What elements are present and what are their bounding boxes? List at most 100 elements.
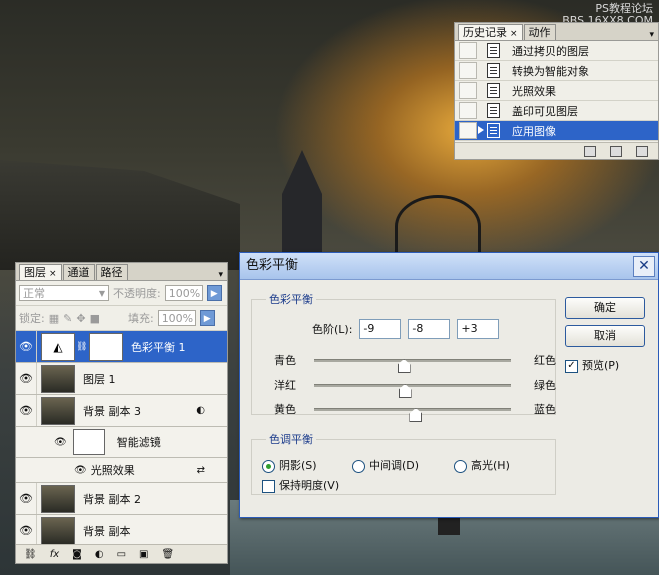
blend-mode-select[interactable]: 正常 ▼ [19,285,109,301]
tab-paths[interactable]: 路径 [95,264,128,280]
fill-value: 100% [161,311,194,325]
history-source-checkbox[interactable] [459,82,477,99]
panel-menu-icon[interactable]: ▾ [649,30,654,40]
cancel-button[interactable]: 取消 [565,325,645,347]
history-item-selected[interactable]: 应用图像 [455,121,658,141]
new-layer-icon[interactable]: ▣ [139,549,148,560]
tab-paths-label: 路径 [100,266,123,279]
tab-history[interactable]: 历史记录 × [458,24,523,40]
opacity-input[interactable]: 100% [164,285,203,301]
layer-row[interactable]: 👁 背景 副本 [16,515,227,547]
history-item-label: 光照效果 [512,84,556,98]
eye-icon[interactable]: 👁 [16,363,37,394]
level-input-cyan-red[interactable]: -9 [359,319,402,339]
adjustment-layer-icon[interactable]: ◐ [95,549,104,560]
checkbox-icon[interactable] [262,479,275,493]
checkbox-label: 预览(P) [582,359,620,372]
smart-filter-icon[interactable]: ◐ [196,405,205,416]
close-icon[interactable]: × [49,269,57,279]
fill-arrow-button[interactable]: ▶ [199,310,215,326]
trash-icon[interactable] [636,145,648,157]
checkbox-icon[interactable]: ✓ [565,359,578,373]
filter-row[interactable]: 👁 光照效果 ⇄ [16,458,227,483]
snapshot-icon[interactable] [610,145,622,157]
dialog-titlebar[interactable]: 色彩平衡 ✕ [240,253,658,280]
radio-midtones[interactable]: 中间调(D) [352,457,419,473]
level-input-magenta-green[interactable]: -8 [408,319,451,339]
history-source-checkbox[interactable] [459,122,477,139]
color-balance-legend: 色彩平衡 [269,293,313,306]
history-item[interactable]: 盖印可见图层 [455,101,658,121]
layer-name: 图层 1 [83,372,116,386]
layer-name: 智能滤镜 [116,436,161,449]
close-button[interactable]: ✕ [633,256,655,277]
panel-menu-icon[interactable]: ▾ [218,270,223,280]
history-source-checkbox[interactable] [459,62,477,79]
eye-icon[interactable]: 👁 [16,395,37,426]
smart-filters-row[interactable]: 👁 智能滤镜 [16,427,227,458]
radio-icon[interactable] [352,459,365,473]
history-source-checkbox[interactable] [459,102,477,119]
history-slider-arrow-icon[interactable] [478,126,484,134]
slider-track[interactable] [314,408,511,422]
layer-row[interactable]: 👁 图层 1 [16,363,227,395]
slider-knob[interactable] [397,359,411,373]
new-group-icon[interactable]: ▭ [117,549,126,560]
preserve-luminosity-checkbox[interactable]: 保持明度(V) [262,477,339,493]
opacity-label: 不透明度: [113,287,161,300]
lock-label: 锁定: [19,312,45,325]
radio-label: 中间调(D) [369,459,420,472]
lock-move-icon[interactable]: ✥ [76,312,85,325]
history-item[interactable]: 转换为智能对象 [455,61,658,81]
radio-highlights[interactable]: 高光(H) [454,457,510,473]
tab-channels[interactable]: 通道 [62,264,95,280]
slider-track[interactable] [314,359,511,373]
ok-button[interactable]: 确定 [565,297,645,319]
chevron-down-icon: ▼ [98,288,105,298]
eye-icon[interactable]: 👁 [54,437,67,448]
opacity-arrow-button[interactable]: ▶ [206,285,222,301]
layer-name: 背景 副本 [83,524,131,538]
tone-balance-legend: 色调平衡 [269,433,313,446]
add-mask-icon[interactable]: ◙ [72,549,82,560]
fill-input[interactable]: 100% [157,310,196,326]
slider-track[interactable] [314,384,511,398]
layer-row[interactable]: 👁 背景 副本 2 [16,483,227,515]
history-item[interactable]: 光照效果 [455,81,658,101]
lock-all-icon[interactable]: ■ [90,312,100,325]
trash-icon[interactable]: 🗑 [162,549,175,560]
history-item-label: 应用图像 [512,124,556,138]
new-document-icon[interactable] [584,145,596,157]
tab-layers[interactable]: 图层 × [19,264,62,280]
link-layers-icon[interactable]: ⛓ [24,549,37,560]
eye-icon[interactable]: 👁 [74,465,87,476]
eye-icon[interactable]: 👁 [16,515,37,546]
preview-checkbox[interactable]: ✓ 预览(P) [565,357,619,373]
layer-thumbnail [41,396,75,425]
lock-brush-icon[interactable]: ✎ [63,312,72,325]
radio-icon[interactable] [454,459,467,473]
fx-icon[interactable]: fx [50,549,59,560]
radio-icon[interactable] [262,459,275,473]
slider-knob[interactable] [398,384,412,398]
lock-transparent-icon[interactable]: ▦ [49,312,59,325]
history-item[interactable]: 通过拷贝的图层 [455,41,658,61]
level-input-yellow-blue[interactable]: +3 [457,319,500,339]
filter-options-icon[interactable]: ⇄ [197,465,205,476]
slider-knob[interactable] [409,408,423,422]
slider-right-label: 蓝色 [534,403,556,416]
eye-icon[interactable]: 👁 [16,483,37,514]
history-footer [455,142,658,159]
levels-row: 色阶(L): -9 -8 +3 [312,319,500,339]
color-balance-group: 色彩平衡 色阶(L): -9 -8 +3 青色 红色 洋红 绿色 黄色 蓝色 [251,291,556,422]
tab-actions[interactable]: 动作 [523,24,556,40]
close-icon[interactable]: × [510,29,518,39]
history-state-icon [487,103,500,118]
history-source-checkbox[interactable] [459,42,477,59]
eye-icon[interactable]: 👁 [16,331,37,362]
layer-row[interactable]: 👁 ◭ ⛓ 色彩平衡 1 [16,331,227,363]
layer-row[interactable]: 👁 背景 副本 3 ◐ [16,395,227,427]
layers-footer: ⛓ fx ◙ ◐ ▭ ▣ 🗑 [16,544,227,563]
radio-shadows[interactable]: 阴影(S) [262,457,317,473]
